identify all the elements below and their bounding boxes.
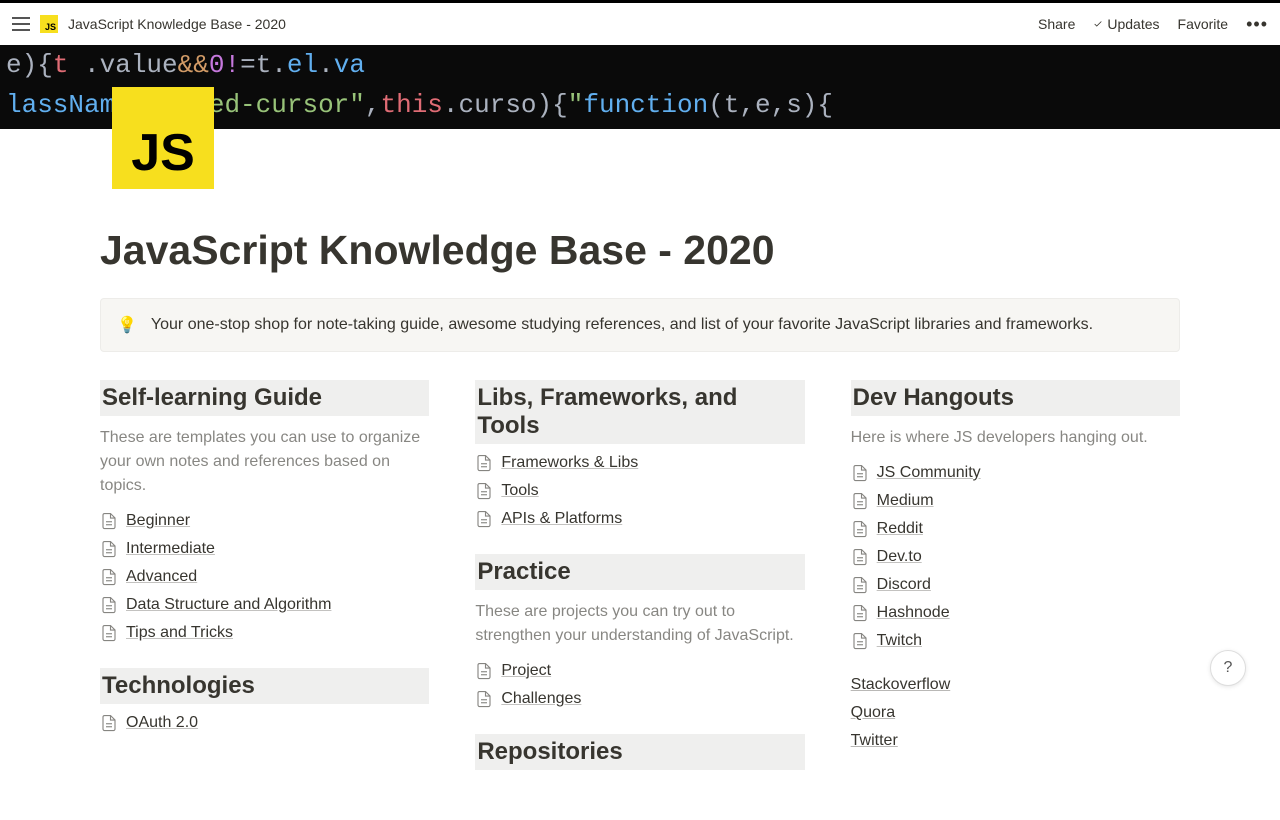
page-link-item[interactable]: Hashnode bbox=[851, 604, 1180, 622]
section-heading[interactable]: Libs, Frameworks, and Tools bbox=[475, 380, 804, 444]
page-list: JS Community Medium Reddit Dev.to Discord Has… bbox=[851, 464, 1180, 650]
page-link-item[interactable]: Challenges bbox=[475, 690, 804, 708]
columns: Self-learning Guide These are templates y… bbox=[100, 380, 1180, 780]
page-list: Project Challenges bbox=[475, 662, 804, 708]
page-link[interactable]: Intermediate bbox=[126, 540, 215, 558]
page-link-item[interactable]: JS Community bbox=[851, 464, 1180, 482]
updates-label: Updates bbox=[1107, 16, 1159, 32]
page-icon[interactable]: JS bbox=[112, 87, 214, 189]
page-link-item[interactable]: Data Structure and Algorithm bbox=[100, 596, 429, 614]
page-icon bbox=[100, 596, 118, 614]
page-icon bbox=[100, 714, 118, 732]
page-list: Beginner Intermediate Advanced Data Structu… bbox=[100, 512, 429, 642]
column: Self-learning Guide These are templates y… bbox=[100, 380, 429, 780]
page-link-item[interactable]: Beginner bbox=[100, 512, 429, 530]
updates-button[interactable]: Updates bbox=[1093, 16, 1159, 32]
page-icon bbox=[100, 568, 118, 586]
page-link[interactable]: Beginner bbox=[126, 512, 190, 530]
page-link[interactable]: Data Structure and Algorithm bbox=[126, 596, 331, 614]
page-icon bbox=[475, 510, 493, 528]
page-icon bbox=[851, 492, 869, 510]
page-icon bbox=[475, 690, 493, 708]
page-link[interactable]: Frameworks & Libs bbox=[501, 454, 638, 472]
page-icon bbox=[100, 540, 118, 558]
breadcrumb[interactable]: JavaScript Knowledge Base - 2020 bbox=[68, 16, 286, 32]
page-link-item[interactable]: OAuth 2.0 bbox=[100, 714, 429, 732]
page-link[interactable]: JS Community bbox=[877, 464, 981, 482]
page-link[interactable]: Tips and Tricks bbox=[126, 624, 233, 642]
page-icon-small: JS bbox=[40, 15, 58, 33]
menu-icon[interactable] bbox=[12, 17, 30, 31]
help-button[interactable]: ? bbox=[1210, 650, 1246, 686]
callout-text: Your one-stop shop for note-taking guide… bbox=[151, 316, 1093, 334]
page-icon bbox=[851, 632, 869, 650]
page-content: JavaScript Knowledge Base - 2020 💡 Your … bbox=[100, 129, 1180, 820]
lightbulb-icon: 💡 bbox=[117, 315, 137, 335]
page-link-item[interactable]: Reddit bbox=[851, 520, 1180, 538]
topbar: JS JavaScript Knowledge Base - 2020 Shar… bbox=[0, 0, 1280, 45]
column: Libs, Frameworks, and Tools Frameworks & … bbox=[475, 380, 804, 780]
page-link[interactable]: Advanced bbox=[126, 568, 197, 586]
page-link-item[interactable]: Tips and Tricks bbox=[100, 624, 429, 642]
check-icon bbox=[1093, 19, 1103, 29]
page-link-item[interactable]: Frameworks & Libs bbox=[475, 454, 804, 472]
page-link[interactable]: Tools bbox=[501, 482, 538, 500]
section-description: These are templates you can use to organ… bbox=[100, 426, 429, 498]
page-icon bbox=[851, 520, 869, 538]
external-link[interactable]: Stackoverflow bbox=[851, 676, 1180, 694]
column: Dev Hangouts Here is where JS developers … bbox=[851, 380, 1180, 780]
external-link[interactable]: Quora bbox=[851, 704, 1180, 722]
share-button[interactable]: Share bbox=[1038, 16, 1075, 32]
page-link[interactable]: Twitch bbox=[877, 632, 922, 650]
page-icon bbox=[475, 662, 493, 680]
page-link[interactable]: APIs & Platforms bbox=[501, 510, 622, 528]
page-list: OAuth 2.0 bbox=[100, 714, 429, 732]
page-link-item[interactable]: APIs & Platforms bbox=[475, 510, 804, 528]
callout[interactable]: 💡 Your one-stop shop for note-taking gui… bbox=[100, 298, 1180, 352]
page-link[interactable]: Dev.to bbox=[877, 548, 922, 566]
section-heading[interactable]: Technologies bbox=[100, 668, 429, 704]
page-link[interactable]: Hashnode bbox=[877, 604, 950, 622]
page-link-item[interactable]: Project bbox=[475, 662, 804, 680]
page-list: Frameworks & Libs Tools APIs & Platforms bbox=[475, 454, 804, 528]
page-link[interactable]: Medium bbox=[877, 492, 934, 510]
page-link-item[interactable]: Dev.to bbox=[851, 548, 1180, 566]
page-icon bbox=[851, 576, 869, 594]
page-link[interactable]: Challenges bbox=[501, 690, 581, 708]
page-link[interactable]: Reddit bbox=[877, 520, 923, 538]
page-title[interactable]: JavaScript Knowledge Base - 2020 bbox=[100, 227, 1180, 274]
page-icon bbox=[851, 464, 869, 482]
page-link-item[interactable]: Tools bbox=[475, 482, 804, 500]
page-icon bbox=[851, 604, 869, 622]
page-link-item[interactable]: Advanced bbox=[100, 568, 429, 586]
page-icon bbox=[851, 548, 869, 566]
section-heading[interactable]: Dev Hangouts bbox=[851, 380, 1180, 416]
page-link[interactable]: Discord bbox=[877, 576, 931, 594]
topbar-right: Share Updates Favorite ••• bbox=[1038, 14, 1268, 35]
page-link[interactable]: Project bbox=[501, 662, 551, 680]
page-link-item[interactable]: Discord bbox=[851, 576, 1180, 594]
page-icon bbox=[100, 624, 118, 642]
section-heading[interactable]: Repositories bbox=[475, 734, 804, 770]
section-heading[interactable]: Self-learning Guide bbox=[100, 380, 429, 416]
page-link-item[interactable]: Medium bbox=[851, 492, 1180, 510]
section-description: These are projects you can try out to st… bbox=[475, 600, 804, 648]
topbar-left: JS JavaScript Knowledge Base - 2020 bbox=[12, 15, 286, 33]
page-icon bbox=[475, 454, 493, 472]
more-icon[interactable]: ••• bbox=[1246, 14, 1268, 35]
favorite-button[interactable]: Favorite bbox=[1178, 16, 1229, 32]
page-link-item[interactable]: Twitch bbox=[851, 632, 1180, 650]
page-icon bbox=[475, 482, 493, 500]
section-description: Here is where JS developers hanging out. bbox=[851, 426, 1180, 450]
section-heading[interactable]: Practice bbox=[475, 554, 804, 590]
page-icon bbox=[100, 512, 118, 530]
external-link[interactable]: Twitter bbox=[851, 732, 1180, 750]
page-link-item[interactable]: Intermediate bbox=[100, 540, 429, 558]
page-link[interactable]: OAuth 2.0 bbox=[126, 714, 198, 732]
